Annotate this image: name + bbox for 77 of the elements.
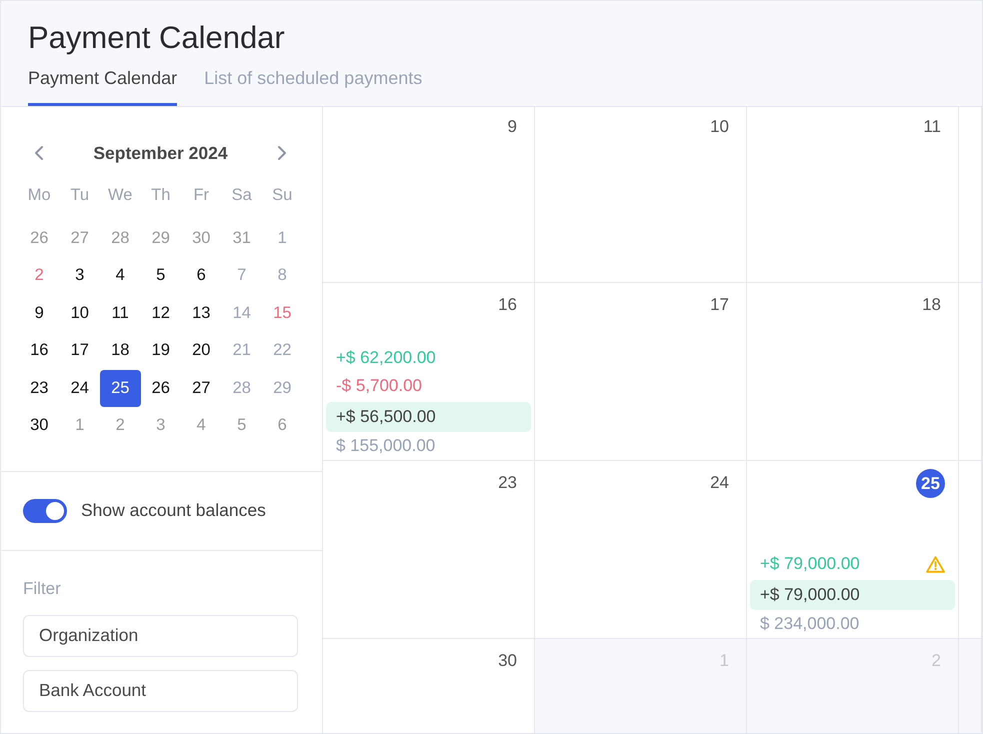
calendar-day[interactable]: 26 bbox=[19, 220, 60, 257]
weekday-label: Mo bbox=[26, 185, 52, 206]
date-number: 18 bbox=[922, 294, 941, 316]
calendar-day[interactable]: 7 bbox=[222, 257, 262, 294]
calendar-day[interactable]: 30 bbox=[181, 220, 222, 257]
calendar-day[interactable]: 10 bbox=[60, 294, 100, 332]
calendar-day[interactable]: 17 bbox=[60, 332, 100, 370]
weekday-label: Sa bbox=[230, 185, 253, 206]
balance-amount: $ 234,000.00 bbox=[760, 613, 860, 635]
calendar-day[interactable]: 31 bbox=[222, 220, 262, 257]
toggle-label: Show account balances bbox=[81, 499, 266, 522]
calendar-day[interactable]: 4 bbox=[100, 257, 140, 294]
calendar-day[interactable]: 26 bbox=[140, 370, 181, 407]
date-number: 10 bbox=[710, 116, 729, 138]
calendar-day[interactable]: 20 bbox=[181, 332, 222, 370]
filter-label: Filter bbox=[23, 578, 61, 598]
calendar-day[interactable]: 11 bbox=[100, 294, 140, 332]
income-amount: +$ 62,200.00 bbox=[336, 347, 436, 369]
calendar-day[interactable]: 24 bbox=[60, 370, 100, 407]
weekday-label: We bbox=[107, 185, 134, 206]
calendar-day[interactable]: 1 bbox=[262, 220, 302, 257]
weekday-label: Su bbox=[271, 185, 294, 206]
calendar-day[interactable]: 2 bbox=[100, 407, 140, 444]
date-number: 9 bbox=[508, 116, 517, 138]
calendar-day[interactable]: 3 bbox=[60, 257, 100, 294]
calendar-day[interactable]: 9 bbox=[19, 294, 60, 332]
tab[interactable]: Payment Calendar bbox=[28, 67, 178, 106]
month-label: September 2024 bbox=[93, 142, 228, 165]
calendar-day[interactable]: 21 bbox=[222, 332, 262, 370]
calendar-day[interactable]: 5 bbox=[222, 407, 262, 444]
calendar-day[interactable]: 1 bbox=[60, 407, 100, 444]
calendar-day[interactable]: 4 bbox=[181, 407, 222, 444]
net-amount: +$ 56,500.00 bbox=[336, 406, 436, 428]
calendar-day[interactable]: 28 bbox=[222, 370, 262, 407]
balance-amount: $ 155,000.00 bbox=[336, 435, 436, 457]
calendar-day[interactable]: 25 bbox=[100, 370, 140, 407]
chevron-right-icon bbox=[277, 145, 287, 161]
net-amount: +$ 79,000.00 bbox=[760, 584, 860, 606]
calendar-day[interactable]: 30 bbox=[19, 407, 60, 444]
date-number: 17 bbox=[710, 294, 729, 316]
income-amount: +$ 79,000.00 bbox=[760, 553, 860, 575]
date-number: 23 bbox=[498, 472, 517, 494]
calendar-day[interactable]: 29 bbox=[262, 370, 302, 407]
calendar-day[interactable]: 5 bbox=[140, 257, 181, 294]
calendar-day[interactable]: 6 bbox=[262, 407, 302, 444]
filter-field[interactable]: Organization bbox=[23, 614, 298, 656]
calendar-day[interactable]: 29 bbox=[140, 220, 181, 257]
calendar-day[interactable]: 23 bbox=[19, 370, 60, 407]
calendar-day[interactable]: 2 bbox=[19, 257, 60, 294]
date-number: 30 bbox=[498, 650, 517, 672]
today-date-badge: 25 bbox=[916, 468, 945, 498]
date-number: 11 bbox=[923, 116, 941, 138]
calendar-day[interactable]: 22 bbox=[262, 332, 302, 370]
calendar-day[interactable]: 27 bbox=[181, 370, 222, 407]
chevron-left-icon bbox=[34, 145, 44, 161]
calendar-day[interactable]: 13 bbox=[181, 294, 222, 332]
calendar-day[interactable]: 18 bbox=[100, 332, 140, 370]
calendar-day[interactable]: 8 bbox=[262, 257, 302, 294]
tab[interactable]: List of scheduled payments bbox=[204, 67, 422, 106]
date-number: 24 bbox=[710, 472, 729, 494]
expense-amount: -$ 5,700.00 bbox=[336, 375, 422, 397]
toggle-switch[interactable] bbox=[23, 498, 67, 522]
calendar-day[interactable]: 14 bbox=[222, 294, 262, 332]
date-number: 16 bbox=[498, 294, 517, 316]
page-title: Payment Calendar bbox=[28, 20, 285, 56]
calendar-day[interactable]: 15 bbox=[262, 294, 302, 332]
calendar-day[interactable]: 6 bbox=[181, 257, 222, 294]
calendar-day[interactable]: 19 bbox=[140, 332, 181, 370]
weekday-label: Fr bbox=[192, 185, 210, 206]
filter-field[interactable]: Bank Account bbox=[23, 670, 298, 712]
calendar-day[interactable]: 28 bbox=[100, 220, 140, 257]
calendar-day[interactable]: 16 bbox=[19, 332, 60, 370]
calendar-day[interactable]: 12 bbox=[140, 294, 181, 332]
calendar-day[interactable]: 27 bbox=[60, 220, 100, 257]
calendar-day[interactable]: 3 bbox=[140, 407, 181, 444]
weekday-label: Th bbox=[150, 185, 172, 206]
weekday-label: Tu bbox=[69, 185, 90, 206]
